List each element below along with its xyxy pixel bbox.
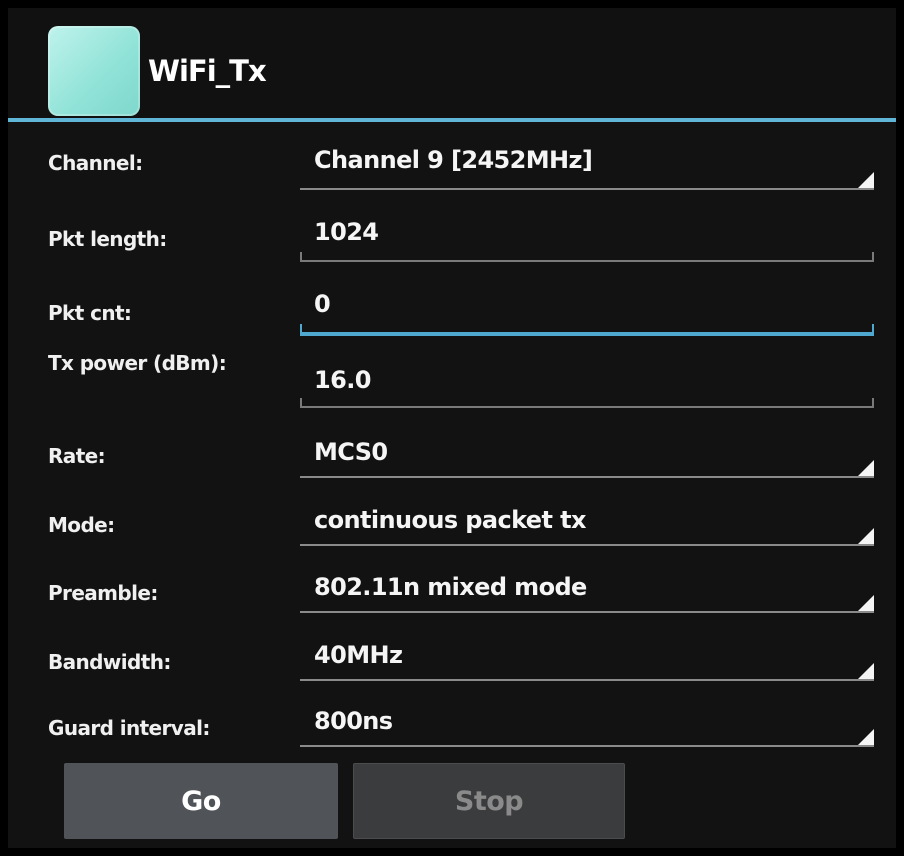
stop-button[interactable]: Stop	[353, 763, 625, 839]
rate-spinner[interactable]: MCS0	[300, 428, 874, 478]
bandwidth-underline	[300, 679, 874, 681]
bandwidth-label: Bandwidth:	[48, 650, 171, 674]
mode-value: continuous packet tx	[314, 506, 586, 534]
channel-value: Channel 9 [2452MHz]	[314, 146, 593, 174]
pkt-length-value: 1024	[314, 218, 379, 246]
guard-interval-label: Guard interval:	[48, 716, 210, 740]
rate-underline	[300, 476, 874, 478]
channel-label: Channel:	[48, 151, 143, 175]
tx-power-underline	[300, 398, 874, 408]
preamble-spinner[interactable]: 802.11n mixed mode	[300, 563, 874, 613]
bandwidth-value: 40MHz	[314, 641, 403, 669]
pkt-cnt-underline	[300, 324, 874, 336]
preamble-label: Preamble:	[48, 581, 158, 605]
pkt-cnt-label: Pkt cnt:	[48, 301, 132, 325]
guard-interval-underline	[300, 745, 874, 747]
tx-power-label: Tx power (dBm):	[48, 351, 227, 375]
pkt-cnt-input[interactable]: 0	[300, 280, 874, 336]
rate-value: MCS0	[314, 438, 388, 466]
pkt-length-underline	[300, 252, 874, 262]
action-bar: WiFi_Tx	[8, 8, 896, 122]
rate-label: Rate:	[48, 444, 106, 468]
pkt-length-input[interactable]: 1024	[300, 210, 874, 262]
channel-spinner[interactable]: Channel 9 [2452MHz]	[300, 138, 874, 190]
preamble-value: 802.11n mixed mode	[314, 573, 587, 601]
preamble-underline	[300, 611, 874, 613]
mode-label: Mode:	[48, 513, 115, 537]
mode-spinner[interactable]: continuous packet tx	[300, 496, 874, 546]
tx-power-value: 16.0	[314, 366, 371, 394]
bandwidth-spinner[interactable]: 40MHz	[300, 631, 874, 681]
go-button[interactable]: Go	[64, 763, 338, 839]
guard-interval-value: 800ns	[314, 707, 393, 735]
channel-underline	[300, 188, 874, 190]
tx-power-input[interactable]: 16.0	[300, 354, 874, 408]
action-bar-divider	[8, 118, 896, 122]
app-title: WiFi_Tx	[148, 54, 267, 88]
guard-interval-spinner[interactable]: 800ns	[300, 697, 874, 747]
app-icon	[48, 26, 140, 116]
pkt-cnt-value: 0	[314, 290, 331, 318]
wifi-tx-screen: WiFi_Tx Channel: Channel 9 [2452MHz] Pkt…	[8, 8, 896, 848]
pkt-length-label: Pkt length:	[48, 227, 167, 251]
mode-underline	[300, 544, 874, 546]
